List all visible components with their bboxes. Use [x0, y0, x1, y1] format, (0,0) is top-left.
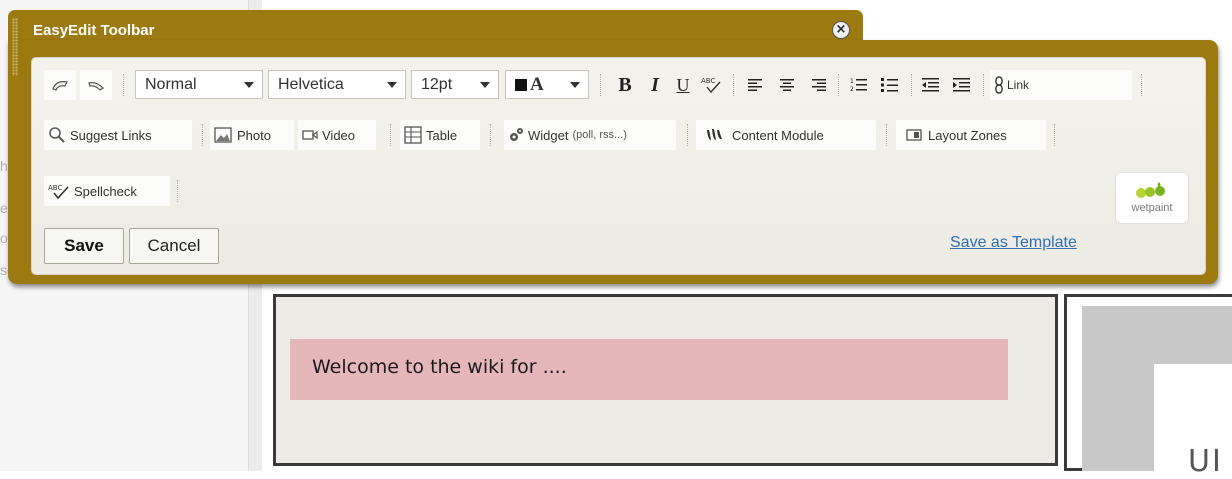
spellcheck-icon: ABC [48, 184, 69, 200]
magnifier-icon [49, 127, 65, 143]
paragraph-style-value: Normal [145, 75, 197, 93]
save-as-template-link[interactable]: Save as Template [950, 234, 1077, 252]
align-left-icon [748, 79, 762, 91]
italic-button[interactable]: I [642, 70, 668, 100]
wetpaint-logo: wetpaint [1115, 172, 1189, 224]
chevron-down-icon [570, 82, 580, 88]
welcome-text: Welcome to the wiki for .... [312, 356, 567, 378]
widget-label: Widget [528, 127, 569, 143]
spellcheck-button[interactable]: ABC Spellcheck [44, 176, 170, 206]
toolbar-separator [886, 124, 887, 146]
link-button[interactable]: Link [990, 70, 1132, 100]
numbered-list-button[interactable]: 12 [845, 70, 873, 100]
undo-icon [52, 81, 68, 91]
font-family-value: Helvetica [278, 75, 344, 93]
font-size-value: 12pt [421, 75, 453, 93]
outdent-button[interactable] [917, 70, 945, 100]
indent-button[interactable] [948, 70, 976, 100]
chevron-down-icon [387, 82, 397, 88]
bullet-list-button[interactable] [876, 70, 904, 100]
svg-text:ABC: ABC [701, 77, 715, 85]
content-module-button[interactable]: Content Module [696, 120, 876, 150]
paragraph-style-select[interactable]: Normal [135, 70, 263, 99]
photo-button[interactable]: Photo [210, 120, 294, 150]
abc-check-icon: ABC [701, 77, 721, 94]
content-module-icon [707, 129, 722, 140]
toolbar-separator [390, 124, 391, 146]
font-size-select[interactable]: 12pt [411, 70, 499, 99]
chevron-down-icon [480, 82, 490, 88]
link-label: Link [1007, 78, 1030, 92]
close-icon[interactable]: × [832, 21, 850, 39]
video-camera-icon [302, 130, 318, 140]
video-button[interactable]: Video [298, 120, 376, 150]
wetpaint-drops-icon [1136, 182, 1165, 198]
bold-button[interactable]: B [612, 70, 638, 100]
toolbar-separator [1054, 124, 1055, 146]
content-module-label: Content Module [732, 127, 824, 143]
save-button[interactable]: Save [44, 228, 124, 264]
align-right-button[interactable] [804, 70, 832, 100]
align-center-button[interactable] [773, 70, 801, 100]
sidebar-fragment: e [0, 200, 8, 216]
svg-text:2: 2 [850, 86, 854, 93]
spellcheck-inline-button[interactable]: ABC [698, 70, 726, 100]
outdent-icon [922, 78, 939, 92]
underline-button[interactable]: U [670, 70, 696, 100]
align-right-icon [812, 79, 826, 91]
toolbar-title: EasyEdit Toolbar [33, 22, 155, 39]
color-swatch-icon [515, 78, 527, 91]
indent-icon [953, 78, 970, 92]
wetpaint-label: wetpaint [1131, 202, 1173, 214]
suggest-links-button[interactable]: Suggest Links [44, 120, 192, 150]
text-color-select[interactable]: A [505, 70, 589, 99]
layout-zones-icon [906, 129, 922, 141]
redo-icon [88, 81, 104, 91]
redo-button[interactable] [80, 70, 112, 100]
photo-icon [214, 127, 232, 143]
toolbar-separator [123, 74, 124, 96]
suggest-links-label: Suggest Links [70, 127, 152, 143]
drag-handle-icon[interactable] [12, 18, 18, 76]
chain-link-icon [995, 76, 1003, 94]
align-center-icon [780, 79, 794, 91]
svg-text:1: 1 [850, 78, 854, 85]
table-icon [404, 126, 422, 144]
font-family-select[interactable]: Helvetica [268, 70, 406, 99]
svg-text:ABC: ABC [48, 184, 62, 192]
widget-button[interactable]: Widget (poll, rss...) [504, 120, 676, 150]
toolbar-separator [733, 74, 734, 96]
toolbar-separator [911, 74, 912, 96]
layout-zones-label: Layout Zones [928, 127, 1007, 143]
layout-zones-button[interactable]: Layout Zones [896, 120, 1046, 150]
toolbar-separator [838, 74, 839, 96]
spellcheck-label: Spellcheck [74, 183, 137, 199]
sidebar-fragment: h [0, 158, 8, 174]
numbered-list-icon: 12 [850, 78, 867, 93]
cancel-button[interactable]: Cancel [129, 228, 219, 264]
toolbar-separator [202, 124, 203, 146]
table-label: Table [426, 127, 458, 143]
toolbar-separator [1141, 74, 1142, 96]
toolbar-separator [490, 124, 491, 146]
table-button[interactable]: Table [400, 120, 480, 150]
toolbar-separator [983, 74, 984, 96]
text-color-label: A [530, 73, 544, 95]
photo-label: Photo [237, 127, 271, 143]
toolbar-separator [600, 74, 601, 96]
widget-hint: (poll, rss...) [572, 129, 627, 141]
video-label: Video [322, 127, 356, 143]
align-left-button[interactable] [742, 70, 770, 100]
bullet-list-icon [881, 78, 898, 92]
toolbar-separator [177, 180, 178, 202]
undo-button[interactable] [44, 70, 76, 100]
gear-icon [510, 128, 523, 141]
chevron-down-icon [244, 82, 254, 88]
right-zone-text-fragment: UI [1188, 444, 1223, 479]
toolbar-separator [687, 124, 688, 146]
